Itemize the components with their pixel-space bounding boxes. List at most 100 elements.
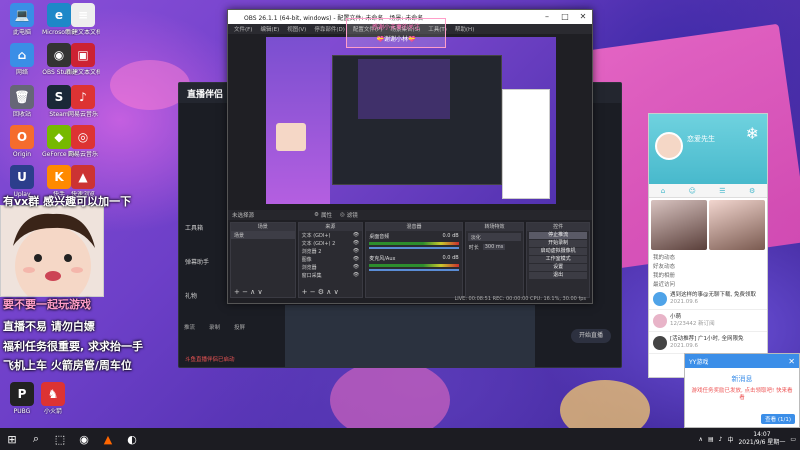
visibility-icon[interactable]: 👁 [353, 272, 359, 278]
message-item[interactable]: 遇到这样的事@无聊下载, 免费领取 2021.09.6 [649, 288, 767, 310]
filters-button[interactable]: 滤镜 [347, 211, 358, 219]
live-app-taskbar-icon[interactable]: ▲ [96, 428, 120, 450]
photo-thumb[interactable] [651, 200, 707, 250]
snowflake-icon: ❄ [745, 124, 759, 143]
photo-thumb[interactable] [709, 200, 765, 250]
profile-entry[interactable]: 好友动态 [649, 261, 767, 270]
push-icon[interactable]: 推流 [184, 323, 195, 331]
menu-item[interactable]: 编辑(E) [260, 25, 279, 33]
desktop-icon[interactable]: ♞ 小火箭 [36, 382, 70, 415]
filter-icon[interactable]: ◎ [340, 212, 345, 218]
message-meta: 2021.09.6 [670, 298, 698, 305]
duration-input[interactable]: 300 ms [482, 244, 506, 250]
scene-controls[interactable]: + − ∧ ∨ [234, 288, 263, 296]
gear-icon[interactable]: ⚙ [314, 212, 319, 218]
input-language[interactable]: 中 [727, 435, 733, 444]
transition-select[interactable]: 淡化 [467, 233, 522, 241]
record-icon[interactable]: 录制 [209, 323, 220, 331]
control-button[interactable]: 停止推流 [529, 232, 587, 239]
control-button[interactable]: 退出 [529, 272, 587, 279]
desktop-icon[interactable]: O Origin [5, 125, 39, 158]
live-bottom-toolbar: 推流 录制 投屏 [184, 323, 245, 331]
clock-time: 14:07 [753, 431, 771, 438]
network-icon[interactable]: ▤ [708, 436, 714, 443]
notification-view-button[interactable]: 查看 (1/1) [761, 414, 795, 424]
notifications-icon[interactable]: ▭ [790, 436, 796, 443]
notification-header: YY游戏 ✕ [685, 354, 799, 368]
task-view-icon[interactable]: ⬚ [48, 428, 72, 450]
maximize-icon[interactable]: □ [556, 10, 574, 24]
search-icon[interactable]: ⌕ [24, 428, 48, 450]
avatar[interactable] [655, 132, 683, 160]
control-button[interactable]: 开始录制 [529, 240, 587, 247]
notification-popup[interactable]: YY游戏 ✕ 新消息 游戏任务奖励已发放, 点击领取吧! 快来看看 查看 (1/… [684, 353, 800, 428]
start-icon[interactable]: ⊞ [0, 428, 24, 450]
home-icon[interactable]: ⌂ [661, 187, 665, 195]
control-button[interactable]: 启动虚拟摄像机 [529, 248, 587, 255]
source-name: 浏览器 [301, 265, 317, 271]
chevron-up-icon[interactable]: ∧ [699, 436, 703, 443]
visibility-icon[interactable]: 👁 [353, 248, 359, 254]
menu-item[interactable]: 视图(V) [287, 25, 306, 33]
volume-slider[interactable] [369, 247, 459, 249]
start-live-button[interactable]: 开始直播 [571, 329, 611, 343]
obs-window[interactable]: OBS 26.1.1 (64-bit, windows) - 配置文件: 未命名… [227, 9, 593, 304]
message-item[interactable]: 小萌 12/23442 新订阅 [649, 310, 767, 332]
desktop-icon[interactable]: 🗑 回收站 [5, 85, 39, 118]
desktop-icon[interactable]: ≡ 新建文本文档 [66, 3, 100, 36]
wallpaper-blob [560, 380, 650, 428]
profile-entry[interactable]: 我的动态 [649, 252, 767, 261]
source-item[interactable]: 图像 👁 [299, 255, 363, 263]
live-sidebar-item[interactable]: 礼物 [185, 291, 197, 300]
visibility-icon[interactable]: 👁 [353, 264, 359, 270]
browser-taskbar-icon[interactable]: ◐ [120, 428, 144, 450]
message-item[interactable]: [活动推荐] 广1小时, 全网限免 2021.09.6 [649, 332, 767, 354]
control-button[interactable]: 设置 [529, 264, 587, 271]
notification-body: 游戏任务奖励已发放, 点击领取吧! 快来看看 [691, 388, 793, 401]
desktop-icon[interactable]: ▣ 新建文本文档 [66, 43, 100, 76]
profile-panel-window[interactable]: 恋爱先生 ❄ ⌂ ☺ ☰ ⚙ 我的动态 好友动态 我的相册 最近访问 遇到这样的… [648, 113, 768, 378]
desktop-icon[interactable]: ♪ 网易云音乐 [66, 85, 100, 118]
volume-meter [369, 242, 459, 245]
source-item[interactable]: 浏览器 👁 [299, 263, 363, 271]
live-sidebar-item[interactable]: 工具箱 [185, 223, 203, 232]
scene-item[interactable]: 场景 [231, 231, 295, 239]
source-item[interactable]: 浏览器 2 👁 [299, 247, 363, 255]
desktop-icon[interactable]: ◎ 网易云音乐 [66, 125, 100, 158]
webcam-overlay [0, 205, 104, 297]
volume-slider[interactable] [369, 269, 459, 271]
obs-preview[interactable] [266, 37, 556, 204]
live-sidebar-item[interactable]: 弹幕助手 [185, 257, 209, 266]
source-item[interactable]: 窗口采集 👁 [299, 271, 363, 279]
properties-button[interactable]: 属性 [321, 211, 332, 219]
volume-icon[interactable]: ♪ [719, 436, 723, 443]
desktop-icon[interactable]: 💻 此电脑 [5, 3, 39, 36]
control-button[interactable]: 工作室模式 [529, 256, 587, 263]
visibility-icon[interactable]: 👁 [353, 240, 359, 246]
visibility-icon[interactable]: 👁 [353, 232, 359, 238]
menu-item[interactable]: 帮助(H) [455, 25, 474, 33]
source-item[interactable]: 文本 (GDI+) 2 👁 [299, 239, 363, 247]
obs-taskbar-icon[interactable]: ◉ [72, 428, 96, 450]
minimize-icon[interactable]: – [538, 10, 556, 24]
taskbar: ⊞ ⌕ ⬚ ◉ ▲ ◐ ∧ ▤ ♪ 中 14:07 2021/9/6 星期一 ▭ [0, 428, 800, 450]
menu-item[interactable]: 停靠部件(D) [314, 25, 345, 33]
close-icon[interactable]: ✕ [574, 10, 592, 24]
child-face-image [1, 206, 103, 296]
desktop-icon-label: 回收站 [12, 111, 31, 118]
visibility-icon[interactable]: 👁 [353, 256, 359, 262]
settings-icon[interactable]: ⚙ [749, 187, 755, 195]
source-controls[interactable]: + − ⚙ ∧ ∨ [302, 288, 339, 296]
clock[interactable]: 14:07 2021/9/6 星期一 [738, 431, 785, 447]
desktop-icon[interactable]: P PUBG [5, 382, 39, 415]
feed-icon[interactable]: ☰ [719, 187, 725, 195]
friends-icon[interactable]: ☺ [689, 187, 696, 195]
desktop-icon[interactable]: ⌂ 网络 [5, 43, 39, 76]
cast-icon[interactable]: 投屏 [234, 323, 245, 331]
profile-tabs: ⌂ ☺ ☰ ⚙ [649, 184, 767, 198]
profile-entry[interactable]: 最近访问 [649, 279, 767, 288]
profile-entry[interactable]: 我的相册 [649, 270, 767, 279]
close-icon[interactable]: ✕ [788, 357, 795, 366]
menu-item[interactable]: 文件(F) [234, 25, 252, 33]
source-item[interactable]: 文本 (GDI+) 👁 [299, 231, 363, 239]
